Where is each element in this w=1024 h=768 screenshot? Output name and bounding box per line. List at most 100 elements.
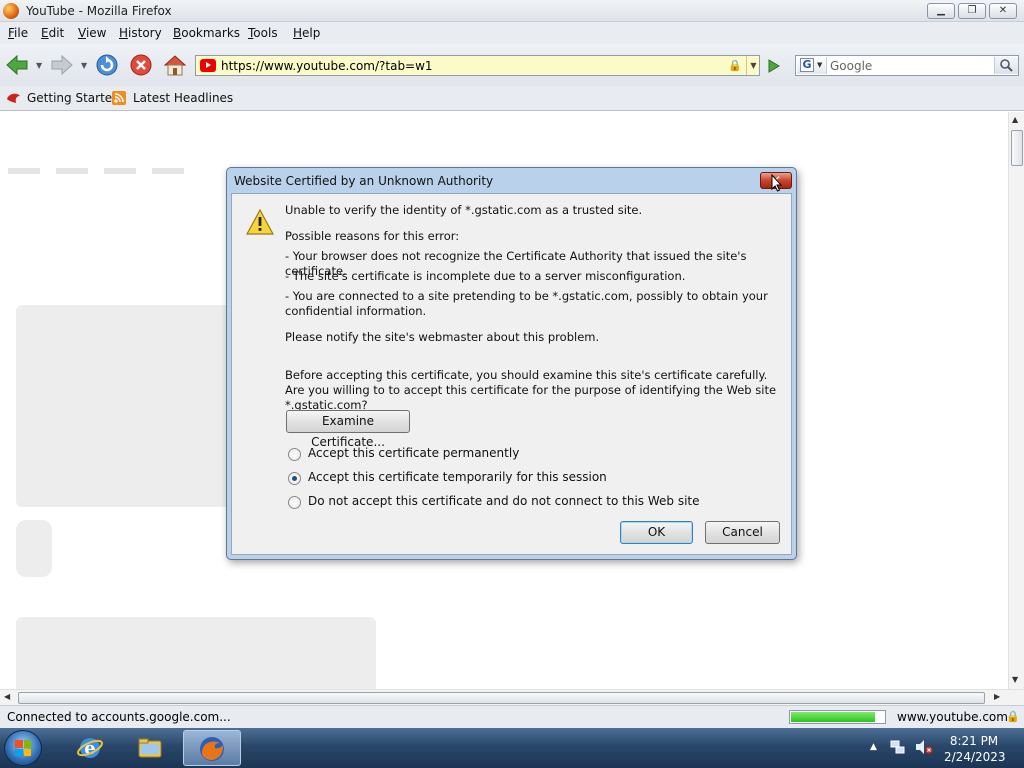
bookmark-latest-headlines[interactable]: Latest Headlines (133, 91, 233, 105)
video-thumbnail-placeholder (16, 617, 376, 689)
mouse-cursor-icon (771, 174, 783, 192)
forward-arrow-icon (51, 54, 73, 76)
search-engine-selector[interactable]: G ▼ (797, 57, 827, 74)
magnifier-icon (1000, 59, 1013, 72)
start-button[interactable] (4, 730, 42, 766)
before-accepting-text: Before accepting this certificate, you s… (285, 368, 777, 412)
loading-placeholder (8, 168, 40, 174)
stop-icon (130, 54, 152, 76)
video-thumbnail-placeholder (16, 305, 236, 507)
url-bar[interactable]: https://www.youtube.com/?tab=w1 🔒 ▼ (195, 55, 760, 76)
vertical-scroll-thumb[interactable] (1011, 130, 1023, 166)
search-input[interactable]: Google (830, 59, 872, 73)
search-button[interactable] (994, 57, 1018, 74)
horizontal-scroll-thumb[interactable] (18, 692, 985, 704)
reason-item: - The site's certificate is incomplete d… (285, 269, 686, 283)
do-not-accept-label[interactable]: Do not accept this certificate and do no… (308, 494, 700, 508)
close-window-button[interactable]: ✕ (989, 3, 1017, 19)
youtube-favicon (200, 59, 216, 72)
firefox-icon (3, 3, 19, 19)
scroll-right-arrow[interactable]: ▶ (994, 692, 1000, 701)
volume-muted-icon[interactable] (915, 739, 933, 755)
menu-file[interactable]: File (8, 26, 28, 40)
bookmark-getting-started[interactable]: Getting Started (27, 91, 120, 105)
menu-history[interactable]: History (119, 26, 162, 40)
url-history-dropdown[interactable]: ▼ (746, 56, 760, 75)
back-arrow-icon (6, 54, 28, 76)
accept-temporarily-radio[interactable] (288, 472, 301, 485)
reason-item: - You are connected to a site pretending… (285, 289, 768, 318)
navigation-toolbar: ▼ ▼ https://www.youtube.com/?tab=w1 🔒 ▼ … (0, 44, 1024, 86)
window-titlebar: YouTube - Mozilla Firefox ▁ ❐ ✕ (0, 0, 1024, 22)
maximize-button[interactable]: ❐ (958, 3, 986, 19)
taskbar-firefox[interactable] (183, 730, 241, 766)
forward-history-dropdown[interactable]: ▼ (81, 61, 87, 70)
windows-taskbar: e ▲ 8:21 PM 2/24/2023 (0, 728, 1024, 768)
back-history-dropdown[interactable]: ▼ (36, 61, 42, 70)
ok-button[interactable]: OK (620, 521, 693, 544)
do-not-accept-radio[interactable] (288, 496, 301, 509)
page-load-progress (789, 710, 886, 724)
engine-dropdown-arrow: ▼ (817, 61, 823, 69)
warning-icon (246, 209, 274, 235)
search-bar[interactable]: G ▼ Google (795, 55, 1019, 76)
menu-help[interactable]: Help (293, 26, 320, 40)
accept-permanently-radio[interactable] (288, 448, 301, 461)
home-icon (163, 55, 187, 76)
vertical-scrollbar[interactable]: ▲ ▼ (1008, 112, 1024, 689)
horizontal-scrollbar[interactable]: ◀ ▶ (0, 689, 1024, 705)
accept-temporarily-label[interactable]: Accept this certificate temporarily for … (308, 470, 607, 484)
examine-certificate-button[interactable]: Examine Certificate... (286, 410, 410, 449)
rss-feed-icon (112, 91, 127, 105)
accept-permanently-label[interactable]: Accept this certificate permanently (308, 446, 519, 460)
avatar-placeholder (16, 520, 52, 577)
stop-button[interactable] (129, 53, 153, 77)
padlock-icon[interactable]: 🔒 (1006, 710, 1020, 723)
loading-placeholder (104, 168, 136, 174)
url-text[interactable]: https://www.youtube.com/?tab=w1 (221, 59, 433, 73)
forward-button[interactable] (50, 53, 74, 77)
firefox-icon (200, 737, 224, 761)
notify-text: Please notify the site's webmaster about… (285, 330, 600, 344)
folder-icon (138, 738, 162, 758)
clock-date: 2/24/2023 (944, 750, 1006, 764)
loading-placeholder (56, 168, 88, 174)
back-button[interactable] (5, 53, 29, 77)
certificate-dialog: Website Certified by an Unknown Authorit… (226, 167, 797, 560)
scroll-down-arrow[interactable]: ▼ (1012, 675, 1018, 684)
reload-icon (96, 54, 118, 76)
loading-placeholder (152, 168, 184, 174)
status-text: Connected to accounts.google.com... (7, 710, 231, 724)
cancel-button[interactable]: Cancel (705, 521, 780, 544)
network-icon[interactable] (890, 739, 906, 755)
scroll-up-arrow[interactable]: ▲ (1012, 115, 1018, 124)
menu-bookmarks[interactable]: Bookmarks (173, 26, 240, 40)
dialog-title: Website Certified by an Unknown Authorit… (234, 174, 494, 188)
site-domain: www.youtube.com (897, 710, 1008, 724)
google-engine-icon: G (800, 58, 814, 72)
window-title: YouTube - Mozilla Firefox (26, 4, 172, 18)
clock-time: 8:21 PM (949, 734, 999, 748)
dialog-body: Unable to verify the identity of *.gstat… (231, 193, 792, 555)
windows-start-icon (15, 740, 31, 756)
go-arrow-icon (768, 59, 780, 73)
home-button[interactable] (163, 53, 187, 77)
taskbar-file-explorer[interactable] (122, 730, 180, 766)
menu-edit[interactable]: Edit (41, 26, 64, 40)
padlock-icon[interactable]: 🔒 (728, 59, 742, 72)
reasons-heading: Possible reasons for this error: (285, 229, 460, 243)
menu-bar: File Edit View History Bookmarks Tools H… (0, 22, 1024, 62)
dialog-headline: Unable to verify the identity of *.gstat… (285, 203, 643, 217)
system-clock[interactable]: 8:21 PM 2/24/2023 (944, 733, 1006, 765)
scroll-left-arrow[interactable]: ◀ (4, 692, 10, 701)
go-button[interactable] (764, 57, 782, 75)
internet-explorer-icon: e (77, 738, 103, 759)
taskbar-internet-explorer[interactable]: e (62, 730, 120, 766)
progress-fill (791, 712, 875, 722)
status-bar: Connected to accounts.google.com... www.… (0, 705, 1024, 728)
menu-view[interactable]: View (78, 26, 106, 40)
show-hidden-icons-button[interactable]: ▲ (870, 742, 877, 752)
menu-tools[interactable]: Tools (248, 26, 278, 40)
reload-button[interactable] (95, 53, 119, 77)
minimize-button[interactable]: ▁ (927, 3, 955, 19)
